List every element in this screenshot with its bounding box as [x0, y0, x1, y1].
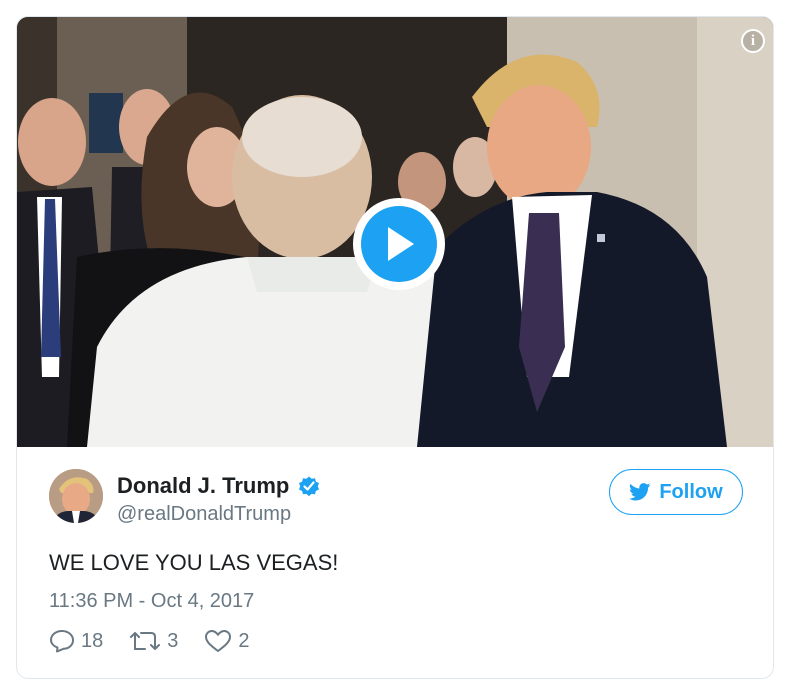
- author-name[interactable]: Donald J. Trump: [117, 473, 289, 499]
- tweet-actions: 18 3 2: [49, 629, 250, 653]
- like-count: 2: [238, 629, 250, 652]
- retweet-icon: [130, 632, 161, 650]
- video-player[interactable]: i: [17, 17, 773, 447]
- heart-icon: [205, 630, 232, 652]
- author-handle[interactable]: @realDonaldTrump: [117, 503, 291, 526]
- tweet-timestamp[interactable]: 11:36 PM - Oct 4, 2017: [49, 590, 254, 613]
- reply-button[interactable]: 18: [49, 629, 103, 653]
- twitter-bird-icon: [629, 483, 651, 501]
- like-button[interactable]: 2: [204, 629, 250, 653]
- tweet-header: Donald J. Trump @realDonaldTrump Follow: [49, 469, 749, 529]
- reply-count: 18: [81, 629, 104, 652]
- verified-badge-icon: [297, 474, 321, 498]
- tweet-card: i Donald J. Trump @realDonaldTrump Follo…: [16, 16, 774, 679]
- retweet-count: 3: [167, 629, 179, 652]
- follow-label: Follow: [659, 480, 723, 503]
- retweet-button[interactable]: 3: [129, 629, 178, 653]
- info-icon[interactable]: i: [741, 29, 765, 53]
- play-icon: [361, 206, 437, 282]
- author-name-row[interactable]: Donald J. Trump: [117, 473, 321, 499]
- tweet-text: WE LOVE YOU LAS VEGAS!: [49, 550, 339, 575]
- play-button[interactable]: [353, 198, 445, 290]
- avatar[interactable]: [49, 469, 103, 523]
- follow-button[interactable]: Follow: [609, 469, 743, 515]
- reply-icon: [50, 630, 74, 653]
